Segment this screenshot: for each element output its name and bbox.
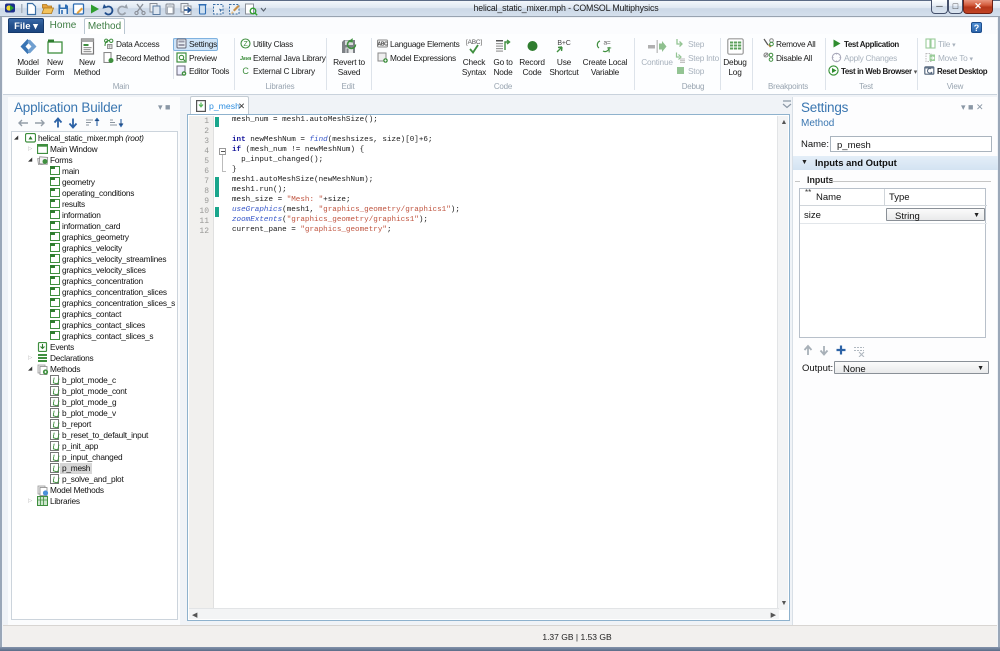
svg-text:C: C — [242, 66, 249, 76]
svg-text:[ABC]: [ABC] — [466, 39, 482, 46]
svg-text:a=: a= — [603, 40, 610, 47]
svg-text:B+C: B+C — [557, 40, 570, 47]
svg-text:ABC: ABC — [377, 42, 388, 48]
svg-text:T: T — [607, 48, 612, 55]
svg-text:Java: Java — [240, 56, 251, 62]
